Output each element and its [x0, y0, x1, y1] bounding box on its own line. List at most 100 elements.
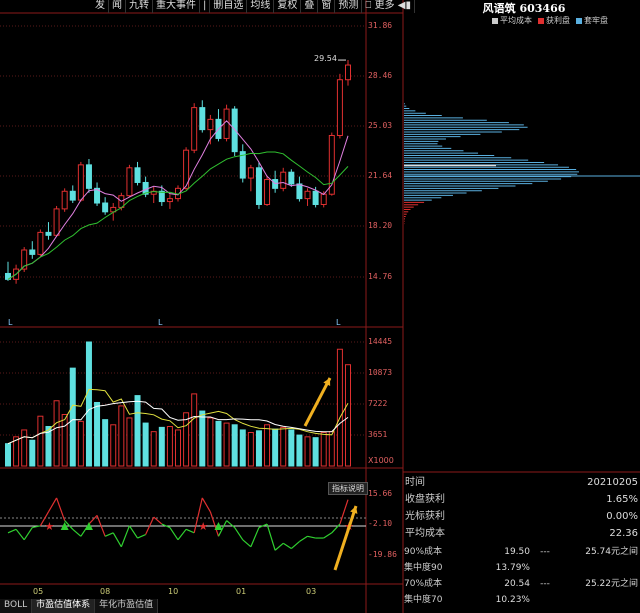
volume-bar	[134, 395, 141, 467]
indicator-segment	[23, 527, 33, 541]
candle-body	[304, 190, 311, 200]
candle-body	[37, 231, 44, 255]
sell-signal-icon: ★	[198, 520, 208, 533]
stat-cursor-profit-row: 光标获利 0.00%	[404, 508, 640, 525]
candle-body	[296, 183, 303, 200]
volume-bar	[239, 429, 246, 467]
stock-code: 603466	[519, 2, 566, 15]
indicator-segment	[185, 528, 195, 534]
candle-body	[85, 164, 92, 189]
l-marker: L	[8, 318, 13, 327]
volume-bar	[207, 417, 214, 467]
volume-bar	[272, 428, 279, 467]
toolbar-forecast-button[interactable]: 预测	[335, 0, 363, 13]
stat-label: 光标获利	[405, 511, 445, 522]
candle-body	[288, 171, 295, 185]
volume-bar	[110, 424, 117, 467]
candle-body	[29, 249, 36, 255]
price-axis-label: 18.20	[368, 221, 393, 230]
lock-icon: ⎕	[365, 0, 372, 11]
band-range	[560, 560, 640, 576]
volume-bar	[304, 436, 311, 467]
legend-avg-cost: 平均成本	[492, 15, 532, 26]
indicator-segment	[226, 520, 236, 529]
toolbar-overlay-button[interactable]: 叠	[301, 0, 319, 13]
sell-signal-icon: ★	[44, 520, 54, 533]
indicator-segment	[201, 497, 211, 513]
volume-bar	[312, 437, 319, 467]
indicator-axis-label: -19.86	[368, 550, 397, 559]
candle-body	[45, 231, 52, 236]
indicator-segment	[128, 525, 139, 539]
toolbar-ma-button[interactable]: 均线	[247, 0, 275, 13]
stat-label: 平均成本	[405, 528, 445, 539]
band-value: 19.50	[504, 547, 530, 557]
indicator-segment	[290, 541, 300, 549]
candle-body	[166, 198, 173, 203]
legend-trapped: 套牢盘	[576, 15, 608, 26]
toolbar-window-button[interactable]: 窗	[318, 0, 336, 13]
toolbar-adjust-button[interactable]: 复权	[274, 0, 302, 13]
candle-body	[231, 108, 238, 153]
indicator-segment	[7, 528, 17, 534]
indicator-tabs: BOLL 市盈估值体系 年化市盈估值	[0, 599, 159, 613]
volume-bar	[215, 420, 222, 467]
candle-body	[336, 79, 343, 137]
toolbar-info-button[interactable]: 闻	[109, 0, 126, 13]
toolbar-events-button[interactable]: 重大事件	[153, 0, 200, 13]
volume-bar	[21, 429, 28, 467]
band-label: 集中度90	[404, 563, 443, 573]
stat-value: 0.00%	[606, 511, 638, 522]
toolbar-remove-watchlist-button[interactable]: 删自选	[210, 0, 248, 13]
candle-body	[199, 107, 206, 131]
legend-swatch	[576, 17, 582, 24]
volume-bar	[94, 401, 101, 467]
volume-bar	[288, 429, 295, 467]
volume-unit-label: X1000	[368, 456, 394, 465]
peak-price-label: 29.54	[314, 54, 337, 63]
volume-axis-label: 10873	[368, 368, 393, 377]
volume-bar	[77, 420, 84, 467]
legend-label: 获利盘	[546, 16, 570, 25]
candle-body	[312, 190, 319, 205]
x-axis-label: 05	[33, 587, 44, 596]
volume-axis-label: 7222	[368, 399, 388, 408]
legend-swatch	[492, 17, 498, 24]
volume-bar	[37, 415, 44, 467]
indicator-segment	[299, 535, 308, 543]
volume-bar	[223, 422, 230, 467]
indicator-segment	[137, 534, 146, 539]
candle-body	[69, 190, 76, 201]
candle-body	[126, 167, 133, 197]
stat-value: 20210205	[587, 477, 638, 488]
band-label: 集中度70	[404, 595, 443, 605]
cost-bands-panel: 90%成本 19.50 --- 25.74元之间 集中度90 13.79% 70%成本 2…	[404, 544, 640, 608]
candle-body	[102, 202, 109, 213]
band-row: 集中度70 10.23%	[404, 592, 640, 608]
indicator-help-button[interactable]: 指标说明	[328, 482, 368, 495]
tab-annual-pe[interactable]: 年化市盈估值	[95, 599, 159, 613]
toolbar-jiuzhuan-button[interactable]: 九转	[126, 0, 153, 13]
indicator-segment	[282, 542, 292, 550]
tab-boll[interactable]: BOLL	[0, 599, 33, 613]
volume-bar	[320, 432, 327, 467]
stat-close-profit-row: 收盘获利 1.65%	[404, 491, 640, 508]
legend-label: 套牢盘	[584, 16, 608, 25]
volume-bar	[102, 419, 109, 467]
indicator-arrow-icon	[333, 505, 358, 571]
band-row: 70%成本 20.54 --- 25.22元之间	[404, 576, 640, 592]
candle-body	[255, 167, 262, 205]
volume-bar	[126, 417, 133, 467]
toolbar-news-button[interactable]: 发	[92, 0, 109, 13]
band-label: 90%成本	[404, 547, 443, 557]
indicator-segment	[15, 528, 25, 541]
tab-pe-valuation[interactable]: 市盈估值体系	[32, 599, 96, 613]
cost-stats-panel: 时间 20210205 收盘获利 1.65% 光标获利 0.00% 平均成本 22.36	[404, 474, 640, 542]
indicator-segment	[331, 523, 341, 534]
stock-name: 风语筑	[482, 2, 516, 15]
volume-bar	[5, 443, 11, 467]
volume-bar	[191, 393, 198, 467]
volume-bar	[231, 424, 238, 467]
candle-body	[247, 167, 254, 179]
volume-bar	[328, 431, 335, 467]
